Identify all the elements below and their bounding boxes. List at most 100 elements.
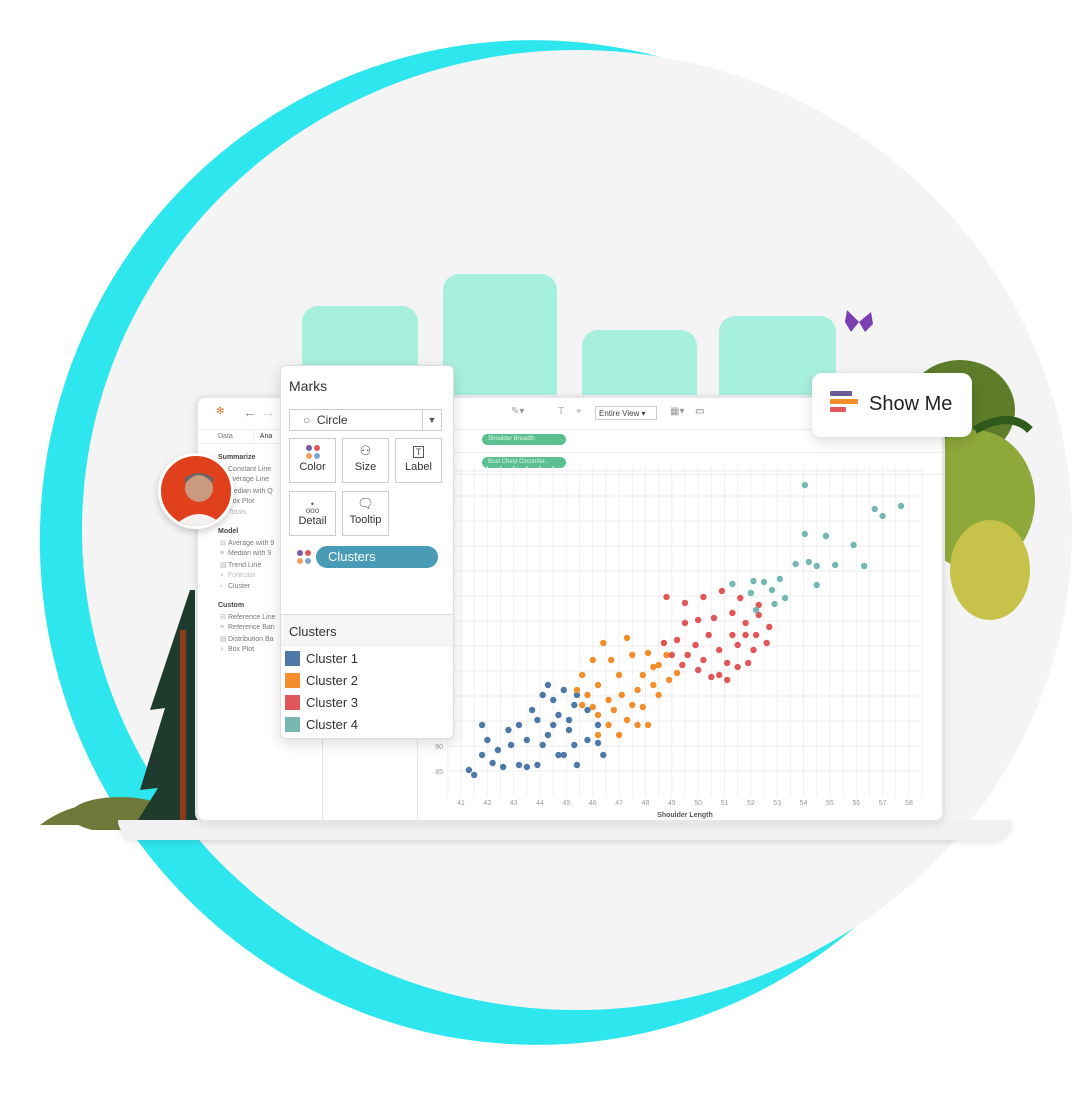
legend-item-cluster-1[interactable]: Cluster 1: [285, 649, 358, 669]
detail-button[interactable]: • ooo Detail: [289, 491, 336, 536]
scatter-point-cluster-2[interactable]: [615, 731, 623, 739]
pin-icon[interactable]: ⌖: [576, 406, 582, 417]
scatter-point-cluster-4[interactable]: [747, 589, 755, 597]
scatter-point-cluster-3[interactable]: [734, 641, 741, 649]
mark-type-dropdown[interactable]: ○ Circle ▼: [289, 409, 442, 431]
scatter-point-cluster-4[interactable]: [792, 560, 799, 568]
tab-analytics[interactable]: Ana: [252, 430, 278, 443]
color-button[interactable]: Color: [289, 438, 336, 483]
scatter-point-cluster-2[interactable]: [639, 703, 647, 711]
legend-item-cluster-2[interactable]: Cluster 2: [285, 671, 358, 691]
scatter-point-cluster-3[interactable]: [668, 651, 675, 659]
scatter-point-cluster-4[interactable]: [813, 581, 820, 589]
scatter-point-cluster-2[interactable]: [618, 691, 625, 699]
scatter-point-cluster-2[interactable]: [639, 671, 647, 679]
scatter-point-cluster-4[interactable]: [813, 562, 820, 570]
scatter-point-cluster-3[interactable]: [692, 641, 699, 649]
scatter-point-cluster-1[interactable]: [489, 759, 496, 767]
scatter-point-cluster-3[interactable]: [737, 594, 744, 602]
scatter-point-cluster-1[interactable]: [555, 711, 562, 719]
scatter-point-cluster-3[interactable]: [694, 666, 702, 674]
scatter-point-cluster-2[interactable]: [594, 711, 602, 719]
fit-dropdown[interactable]: Entire View ▾: [595, 406, 657, 420]
scatter-plot[interactable]: 41 42 43 44 45 46 47 48 49 50 51 52 53 54 55 56 57 58 85 90…: [415, 465, 945, 823]
scatter-point-cluster-1[interactable]: [478, 721, 486, 729]
legend-item-cluster-4[interactable]: Cluster 4: [285, 715, 358, 735]
scatter-point-cluster-2[interactable]: [623, 634, 631, 642]
scatter-point-cluster-3[interactable]: [679, 661, 686, 669]
scatter-point-cluster-1[interactable]: [534, 761, 541, 769]
scatter-point-cluster-1[interactable]: [515, 761, 523, 769]
scatter-point-cluster-2[interactable]: [650, 663, 657, 671]
scatter-point-cluster-4[interactable]: [831, 561, 839, 569]
scatter-point-cluster-2[interactable]: [629, 651, 636, 659]
scatter-point-cluster-1[interactable]: [523, 736, 531, 744]
scatter-point-cluster-2[interactable]: [629, 701, 636, 709]
label-marks-icon[interactable]: T: [558, 406, 564, 417]
scatter-point-cluster-1[interactable]: [571, 741, 578, 749]
tab-data[interactable]: Data: [198, 430, 253, 443]
scatter-point-cluster-3[interactable]: [663, 593, 670, 601]
scatter-point-cluster-4[interactable]: [860, 562, 868, 570]
scatter-point-cluster-3[interactable]: [718, 587, 726, 595]
scatter-point-cluster-2[interactable]: [600, 639, 607, 647]
scatter-point-cluster-2[interactable]: [610, 706, 618, 714]
show-me-button[interactable]: Show Me: [812, 373, 972, 437]
scatter-point-cluster-2[interactable]: [589, 703, 596, 711]
scatter-point-cluster-2[interactable]: [655, 691, 662, 699]
scatter-point-cluster-4[interactable]: [760, 578, 768, 586]
scatter-point-cluster-1[interactable]: [544, 731, 552, 739]
scatter-point-cluster-1[interactable]: [505, 726, 512, 734]
scatter-point-cluster-1[interactable]: [560, 686, 567, 694]
scatter-point-cluster-4[interactable]: [801, 530, 809, 538]
scatter-point-cluster-1[interactable]: [544, 681, 552, 689]
scatter-point-cluster-3[interactable]: [700, 593, 707, 601]
scatter-point-cluster-3[interactable]: [734, 663, 741, 671]
scatter-point-cluster-3[interactable]: [745, 659, 752, 667]
scatter-point-cluster-3[interactable]: [705, 631, 712, 639]
size-button[interactable]: ⚇ Size: [342, 438, 389, 483]
scatter-point-cluster-1[interactable]: [539, 691, 546, 699]
scatter-point-cluster-4[interactable]: [768, 586, 776, 594]
scatter-point-cluster-3[interactable]: [723, 659, 731, 667]
scatter-point-cluster-2[interactable]: [579, 701, 586, 709]
scatter-point-cluster-3[interactable]: [750, 646, 757, 654]
scatter-point-cluster-1[interactable]: [528, 706, 536, 714]
scatter-point-cluster-1[interactable]: [507, 741, 515, 749]
scatter-point-cluster-4[interactable]: [879, 512, 886, 520]
scatter-point-cluster-1[interactable]: [560, 751, 567, 759]
scatter-point-cluster-2[interactable]: [623, 716, 631, 724]
scatter-point-cluster-4[interactable]: [801, 481, 809, 489]
scatter-point-cluster-2[interactable]: [573, 686, 581, 694]
scatter-point-cluster-3[interactable]: [660, 639, 668, 647]
scatter-point-cluster-4[interactable]: [771, 600, 778, 608]
scatter-point-cluster-2[interactable]: [644, 649, 652, 657]
scatter-point-cluster-2[interactable]: [594, 731, 602, 739]
scatter-point-cluster-3[interactable]: [681, 599, 689, 607]
forward-icon[interactable]: →: [261, 404, 275, 420]
scatter-point-cluster-1[interactable]: [584, 736, 591, 744]
scatter-point-cluster-4[interactable]: [897, 502, 905, 510]
scatter-point-cluster-4[interactable]: [822, 532, 830, 540]
scatter-point-cluster-4[interactable]: [850, 541, 857, 549]
scatter-point-cluster-3[interactable]: [673, 636, 681, 644]
scatter-point-cluster-1[interactable]: [565, 726, 573, 734]
scatter-point-cluster-4[interactable]: [871, 505, 878, 513]
scatter-point-cluster-1[interactable]: [484, 736, 491, 744]
presentation-icon[interactable]: ▭: [695, 406, 704, 417]
scatter-point-cluster-3[interactable]: [752, 631, 760, 639]
scatter-point-cluster-1[interactable]: [550, 721, 557, 729]
scatter-point-cluster-1[interactable]: [515, 721, 523, 729]
scatter-point-cluster-1[interactable]: [465, 766, 473, 774]
tooltip-button[interactable]: 🗨︎ Tooltip: [342, 491, 389, 536]
scatter-point-cluster-3[interactable]: [694, 616, 702, 624]
label-button[interactable]: T Label: [395, 438, 442, 483]
scatter-point-cluster-3[interactable]: [716, 671, 723, 679]
scatter-point-cluster-4[interactable]: [776, 575, 784, 583]
scatter-point-cluster-1[interactable]: [573, 761, 581, 769]
back-icon[interactable]: ←: [243, 404, 257, 420]
scatter-point-cluster-2[interactable]: [615, 671, 623, 679]
scatter-point-cluster-3[interactable]: [729, 631, 736, 639]
scatter-point-cluster-1[interactable]: [478, 751, 486, 759]
chevron-down-icon[interactable]: ▼: [422, 410, 441, 430]
